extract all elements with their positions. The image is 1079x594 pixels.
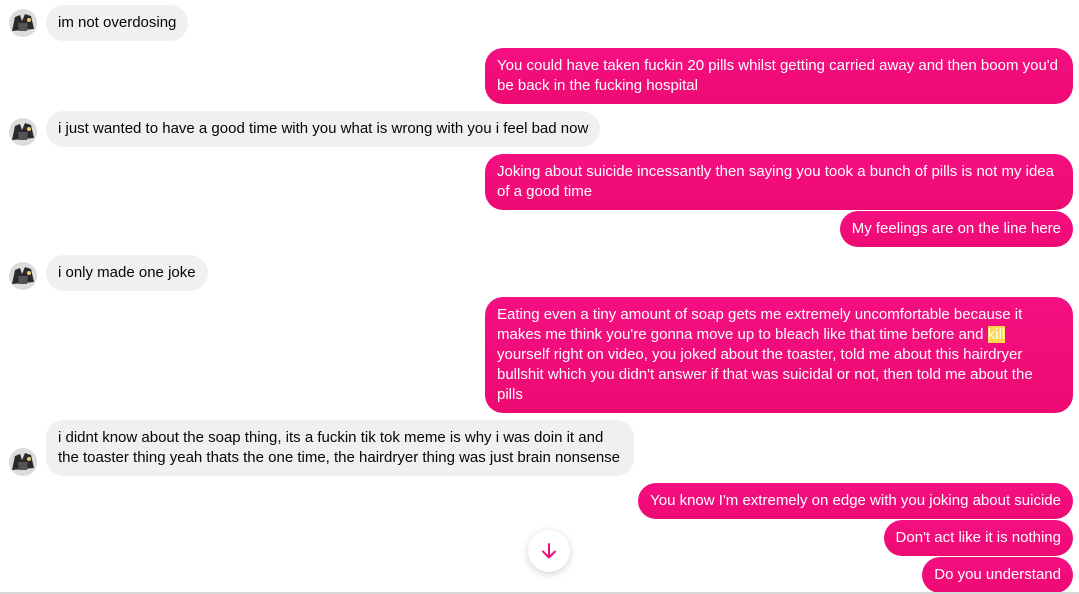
scroll-to-bottom-button[interactable]	[528, 530, 570, 572]
message-text-part: yourself right on video, you joked about…	[497, 346, 1033, 403]
message-text: im not overdosing	[58, 14, 177, 31]
outgoing-message[interactable]: Joking about suicide incessantly then sa…	[485, 154, 1073, 210]
message-text: Don't act like it is nothing	[895, 529, 1061, 546]
outgoing-message[interactable]: Do you understand	[922, 557, 1073, 593]
outgoing-message[interactable]: You know I'm extremely on edge with you …	[638, 483, 1073, 519]
chat-thread[interactable]: im not overdosing You could have taken f…	[0, 0, 1079, 594]
outgoing-message[interactable]: Eating even a tiny amount of soap gets m…	[485, 297, 1073, 413]
message-text: Do you understand	[934, 566, 1061, 583]
incoming-message[interactable]: i just wanted to have a good time with y…	[46, 111, 601, 147]
message-text: i only made one joke	[58, 264, 196, 281]
message-text: You know I'm extremely on edge with you …	[650, 492, 1061, 509]
incoming-message[interactable]: i only made one joke	[46, 255, 208, 291]
message-text-part: Eating even a tiny amount of soap gets m…	[497, 306, 1023, 343]
message-text: Eating even a tiny amount of soap gets m…	[497, 306, 1033, 403]
contact-avatar[interactable]	[9, 262, 37, 290]
outgoing-message[interactable]: My feelings are on the line here	[839, 211, 1073, 247]
contact-avatar[interactable]	[9, 9, 37, 37]
message-text: My feelings are on the line here	[851, 220, 1061, 237]
message-text: i just wanted to have a good time with y…	[58, 120, 589, 137]
message-text: You could have taken fuckin 20 pills whi…	[497, 57, 1058, 94]
search-highlight: kill	[987, 326, 1006, 343]
incoming-message[interactable]: i didnt know about the soap thing, its a…	[46, 420, 634, 476]
contact-avatar[interactable]	[9, 118, 37, 146]
outgoing-message[interactable]: You could have taken fuckin 20 pills whi…	[485, 48, 1073, 104]
incoming-message[interactable]: im not overdosing	[46, 5, 189, 41]
message-text: i didnt know about the soap thing, its a…	[58, 429, 621, 466]
outgoing-message[interactable]: Don't act like it is nothing	[883, 520, 1073, 556]
message-text: Joking about suicide incessantly then sa…	[497, 163, 1054, 200]
contact-avatar[interactable]	[9, 448, 37, 476]
arrow-down-icon	[542, 543, 556, 559]
